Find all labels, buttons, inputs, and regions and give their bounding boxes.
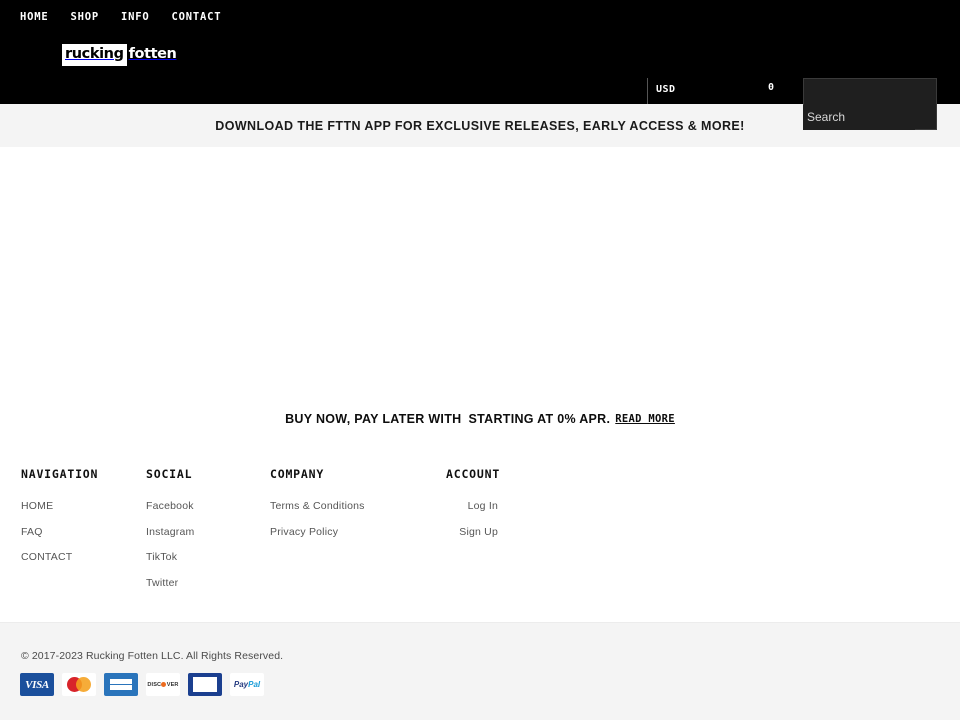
generic-card-icon-inner: [193, 677, 217, 692]
financing-text-after: STARTING AT 0% APR.: [468, 412, 611, 426]
nav-item-info[interactable]: INFO: [121, 8, 150, 26]
logo-text-secondary: fotten: [126, 43, 180, 66]
copyright-text: © 2017-2023 Rucking Fotten LLC. All Righ…: [21, 650, 284, 662]
financing-read-more-link[interactable]: READ MORE: [615, 413, 675, 425]
visa-icon-label: VISA: [25, 678, 49, 691]
paypal-icon-label-pay: Pay: [233, 680, 249, 689]
logo-text-primary: rucking: [62, 43, 127, 66]
footer-column-account: ACCOUNT Log In Sign Up: [446, 467, 501, 551]
financing-banner: BUY NOW, PAY LATER WITH STARTING AT 0% A…: [0, 405, 960, 433]
footer-link-log-in[interactable]: Log In: [446, 500, 498, 512]
paypal-icon-label-pal: Pal: [248, 680, 261, 689]
search-placeholder-label[interactable]: Search: [803, 105, 915, 130]
footer-heading-account: ACCOUNT: [446, 467, 501, 481]
discover-icon-dot: [161, 681, 167, 687]
footer-heading-navigation: NAVIGATION: [21, 467, 99, 481]
footer-link-contact[interactable]: CONTACT: [21, 551, 98, 563]
footer-link-faq[interactable]: FAQ: [21, 526, 98, 538]
announcement-text: DOWNLOAD THE FTTN APP FOR EXCLUSIVE RELE…: [215, 118, 745, 133]
discover-icon: DISC VER: [146, 673, 180, 696]
american-express-icon: [104, 673, 138, 696]
discover-icon-label: DISC VER: [147, 681, 179, 688]
visa-icon: VISA: [20, 673, 54, 696]
generic-card-icon: [188, 673, 222, 696]
main-content-area: [0, 147, 960, 405]
financing-text-before: BUY NOW, PAY LATER WITH: [285, 412, 462, 426]
nav-item-contact[interactable]: CONTACT: [172, 8, 222, 26]
search-input[interactable]: [804, 79, 936, 104]
payment-methods-list: VISA DISC VER Pay Pal: [20, 673, 264, 696]
footer-heading-social: SOCIAL: [146, 467, 193, 481]
site-footer: NAVIGATION HOME FAQ CONTACT SOCIAL Faceb…: [0, 440, 960, 622]
footer-column-navigation: NAVIGATION HOME FAQ CONTACT: [21, 467, 98, 577]
nav-item-home[interactable]: HOME: [20, 8, 49, 26]
footer-link-home[interactable]: HOME: [21, 500, 98, 512]
amex-icon-bar-bottom: [110, 685, 132, 690]
footer-heading-company: COMPANY: [270, 467, 325, 481]
footer-link-sign-up[interactable]: Sign Up: [446, 526, 498, 538]
paypal-icon: Pay Pal: [230, 673, 264, 696]
site-logo[interactable]: rucking fotten: [62, 43, 180, 66]
amex-icon-bar-top: [110, 679, 132, 684]
footer-link-twitter[interactable]: Twitter: [146, 577, 195, 589]
footer-bottom-bar: © 2017-2023 Rucking Fotten LLC. All Righ…: [0, 622, 960, 720]
footer-link-terms-and-conditions[interactable]: Terms & Conditions: [270, 500, 365, 512]
footer-column-company: COMPANY Terms & Conditions Privacy Polic…: [270, 467, 365, 551]
footer-link-privacy-policy[interactable]: Privacy Policy: [270, 526, 365, 538]
cart-item-count[interactable]: 0: [768, 82, 774, 93]
footer-link-tiktok[interactable]: TikTok: [146, 551, 195, 563]
header-divider: [647, 78, 648, 104]
currency-selector[interactable]: USD: [656, 84, 676, 95]
mastercard-icon-right-circle: [76, 677, 91, 692]
mastercard-icon: [62, 673, 96, 696]
primary-navigation: HOME SHOP INFO CONTACT: [20, 8, 243, 26]
footer-link-facebook[interactable]: Facebook: [146, 500, 195, 512]
footer-link-instagram[interactable]: Instagram: [146, 526, 195, 538]
nav-item-shop[interactable]: SHOP: [71, 8, 100, 26]
footer-column-social: SOCIAL Facebook Instagram TikTok Twitter: [146, 467, 195, 602]
